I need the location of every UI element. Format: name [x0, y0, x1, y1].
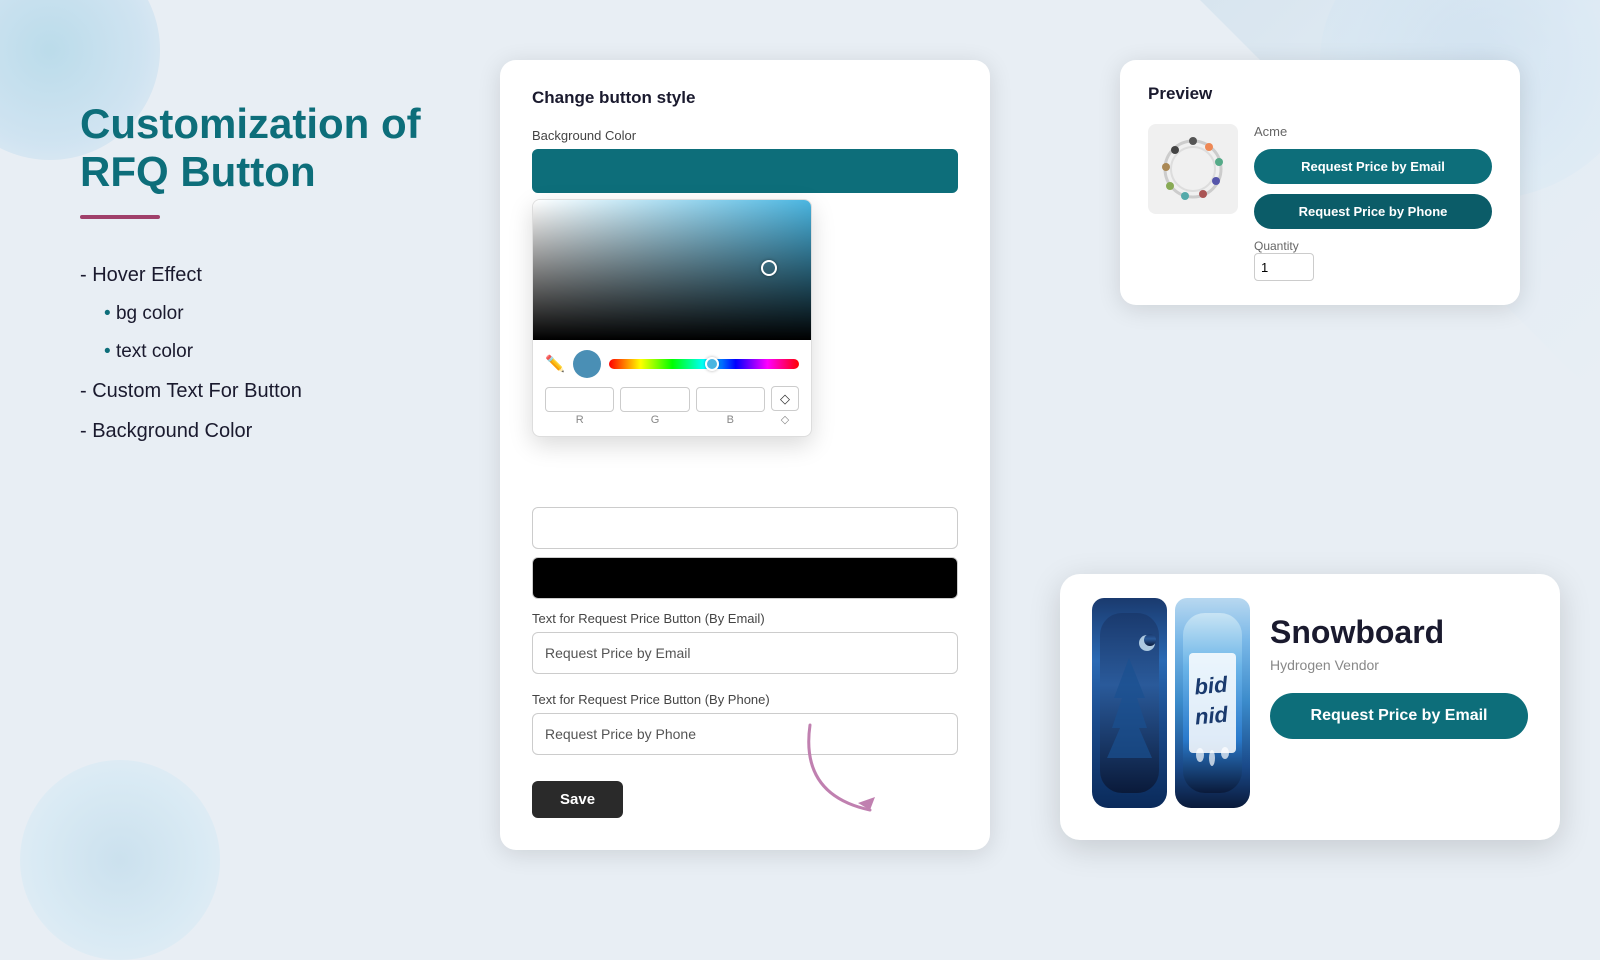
snowboard-vendor: Hydrogen Vendor	[1270, 657, 1528, 673]
rgb-g-input[interactable]: 92	[620, 387, 689, 412]
rgb-b-field: 113 B	[696, 387, 765, 426]
snowboard-left-svg	[1092, 598, 1167, 808]
hex-alpha-field: ◇	[771, 386, 799, 426]
feature-bg-color: bg color	[80, 295, 440, 333]
right-area: Change button style Background Color ✏️	[500, 60, 1520, 840]
color-input-wrapper: ✏️ 9 R 92	[532, 149, 958, 193]
snowboard-right-svg: bid nid	[1175, 598, 1250, 808]
alpha-input[interactable]	[771, 386, 799, 411]
rgb-r-field: 9 R	[545, 387, 614, 426]
rgb-b-input[interactable]: 113	[696, 387, 765, 412]
product-info: Acme Request Price by Email Request Pric…	[1254, 124, 1492, 281]
settings-panel: Change button style Background Color ✏️	[500, 60, 990, 850]
picker-controls: ✏️ 9 R 92	[533, 340, 811, 436]
feature-text-color: text color	[80, 333, 440, 371]
rgb-r-input[interactable]: 9	[545, 387, 614, 412]
phone-field-label: Text for Request Price Button (By Phone)	[532, 692, 958, 707]
color-swatch-circle	[573, 350, 601, 378]
feature-list: - Hover Effect bg color text color - Cus…	[80, 255, 440, 451]
preview-title: Preview	[1148, 84, 1492, 104]
snowboard-img-right: bid nid	[1175, 598, 1250, 808]
hue-slider[interactable]	[609, 359, 799, 369]
rgb-g-field: 92 G	[620, 387, 689, 426]
snowboard-email-button[interactable]: Request Price by Email	[1270, 693, 1528, 739]
feature-hover: - Hover Effect	[80, 255, 440, 295]
hue-thumb	[705, 357, 719, 371]
picker-row: ✏️	[545, 350, 799, 378]
svg-text:nid: nid	[1194, 702, 1230, 730]
product-preview-row: Acme Request Price by Email Request Pric…	[1148, 124, 1492, 281]
color-gradient-cursor	[761, 260, 777, 276]
product-vendor: Acme	[1254, 124, 1492, 139]
snowboard-info: Snowboard Hydrogen Vendor Request Price …	[1270, 598, 1528, 739]
email-text-input[interactable]	[532, 632, 958, 674]
svg-text:bid: bid	[1193, 672, 1229, 700]
snowboard-img-left	[1092, 598, 1167, 808]
quantity-label: Quantity	[1254, 239, 1492, 253]
pencil-icon[interactable]: ✏️	[545, 354, 565, 374]
preview-phone-button[interactable]: Request Price by Phone	[1254, 194, 1492, 229]
arrow-connector	[780, 715, 900, 830]
color-input-box[interactable]	[532, 149, 958, 193]
save-button[interactable]: Save	[532, 781, 623, 818]
preview-panel: Preview	[1120, 60, 1520, 305]
rgb-inputs: 9 R 92 G 113 B	[545, 386, 799, 426]
title-underline	[80, 215, 160, 219]
alpha-label: ◇	[771, 413, 799, 426]
feature-custom-text: - Custom Text For Button	[80, 371, 440, 411]
color-picker-popup: ✏️ 9 R 92	[532, 199, 812, 437]
snowboard-title: Snowboard	[1270, 614, 1528, 651]
page-title: Customization of RFQ Button	[80, 100, 440, 197]
snowboard-card: bid nid	[1060, 574, 1560, 840]
email-field-label: Text for Request Price Button (By Email)	[532, 611, 958, 626]
quantity-input[interactable]	[1254, 253, 1314, 281]
rgb-b-label: B	[696, 414, 765, 426]
color-gradient-area[interactable]	[533, 200, 811, 340]
settings-panel-title: Change button style	[532, 88, 958, 108]
rgb-r-label: R	[545, 414, 614, 426]
bg-color-label: Background Color	[532, 128, 958, 143]
bracelet-svg	[1153, 129, 1233, 209]
feature-bg-color-item: - Background Color	[80, 411, 440, 451]
snowboard-images: bid nid	[1092, 598, 1250, 808]
arrow-svg	[780, 715, 900, 825]
preview-email-button[interactable]: Request Price by Email	[1254, 149, 1492, 184]
left-panel: Customization of RFQ Button - Hover Effe…	[80, 60, 440, 451]
product-image	[1148, 124, 1238, 214]
rgb-g-label: G	[620, 414, 689, 426]
